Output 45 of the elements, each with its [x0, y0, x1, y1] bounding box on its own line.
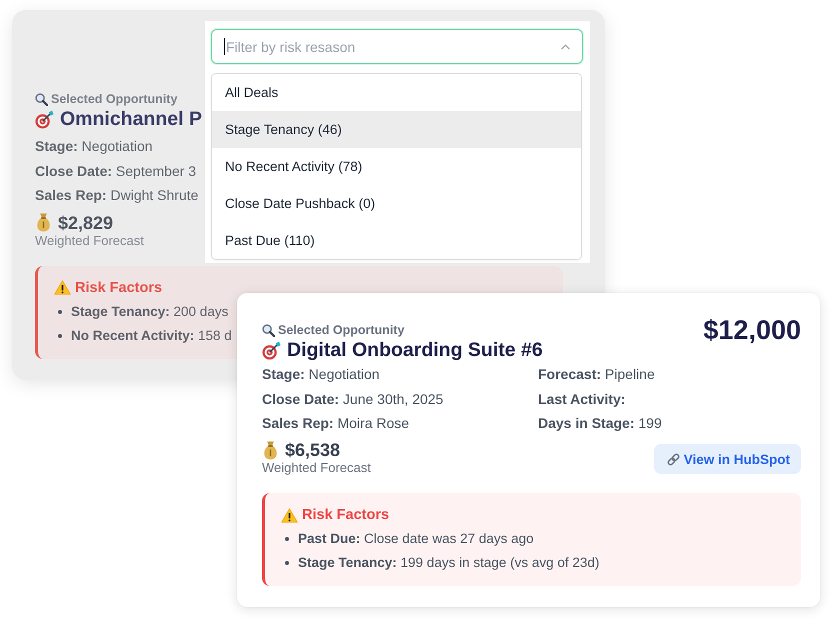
forecast-amount: $6,538	[285, 440, 340, 460]
opportunity-title: Omnichannel P	[60, 107, 202, 131]
target-icon	[262, 340, 281, 360]
forecast-caption: Weighted Forecast	[262, 460, 371, 476]
money-bag-icon	[262, 440, 279, 460]
dropdown-option[interactable]: No Recent Activity (78)	[212, 148, 581, 185]
money-bag-icon	[35, 213, 52, 232]
bullet-icon	[58, 334, 62, 338]
bullet-icon	[58, 310, 62, 314]
bullet-icon	[285, 537, 289, 541]
warning-icon	[54, 280, 71, 295]
risk-item: Stage Tenancy: 199 days in stage (vs avg of 23d)	[298, 554, 600, 572]
detail-line: Forecast: Pipeline	[538, 365, 656, 384]
opportunity-title: Digital Onboarding Suite #6	[287, 338, 543, 362]
bullet-icon	[285, 561, 289, 565]
section-label: Selected Opportunity	[51, 91, 178, 107]
text-cursor-icon	[224, 38, 225, 55]
magnifier-icon	[35, 92, 48, 106]
dropdown-option[interactable]: All Deals	[212, 74, 581, 111]
magnifier-icon	[262, 324, 275, 336]
filter-field[interactable]: Filter by risk resason	[211, 29, 583, 64]
detail-line: Days in Stage: 199	[538, 414, 663, 433]
view-in-crm-button[interactable]: View in HubSpot	[654, 444, 801, 474]
risk-title: Risk Factors	[302, 506, 390, 525]
risk-item: No Recent Activity: 158 d	[71, 326, 232, 344]
detail-line: Stage: Negotiation	[262, 365, 381, 384]
risk-item: Stage Tenancy: 200 days	[71, 302, 228, 320]
dropdown-option[interactable]: Stage Tenancy (46)	[212, 111, 581, 148]
detail-line: Close Date: September 3	[35, 162, 196, 181]
forecast-amount: $2,829	[58, 212, 114, 232]
forecast-caption: Weighted Forecast	[35, 232, 144, 248]
warning-icon	[281, 508, 298, 522]
risk-title: Risk Factors	[75, 278, 162, 298]
detail-line: Close Date: June 30th, 2025	[262, 390, 444, 408]
link-icon	[666, 452, 681, 466]
dropdown-option[interactable]: Close Date Pushback (0)	[212, 185, 581, 222]
detail-line: Sales Rep: Moira Rose	[262, 414, 410, 433]
detail-line: Stage: Negotiation	[35, 137, 153, 156]
risk-item: Past Due: Close date was 27 days ago	[298, 530, 534, 548]
section-label: Selected Opportunity	[278, 322, 404, 338]
deal-amount: $12,000	[703, 315, 801, 345]
target-icon	[35, 110, 54, 128]
dropdown-option[interactable]: Past Due (110)	[212, 222, 581, 259]
detail-line: Sales Rep: Dwight Shrute	[35, 186, 198, 205]
detail-line: Last Activity:	[538, 390, 626, 409]
